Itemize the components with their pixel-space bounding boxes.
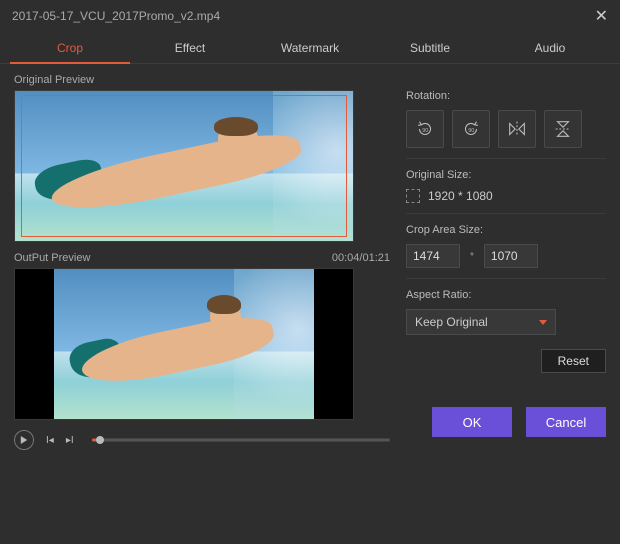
tab-subtitle[interactable]: Subtitle: [370, 32, 490, 63]
tab-watermark[interactable]: Watermark: [250, 32, 370, 63]
transport-controls: I◂ ▸I: [14, 430, 390, 450]
close-icon[interactable]: ✕: [595, 6, 608, 26]
next-frame-button[interactable]: ▸I: [66, 435, 74, 446]
settings-column: Rotation: 90 90 Origi: [406, 74, 606, 536]
ok-button[interactable]: OK: [432, 407, 512, 437]
rotate-cw-90-button[interactable]: 90: [452, 110, 490, 148]
flip-horizontal-button[interactable]: [498, 110, 536, 148]
flip-vertical-icon: [552, 118, 574, 140]
tab-label: Subtitle: [410, 41, 450, 55]
tab-effect[interactable]: Effect: [130, 32, 250, 63]
rotation-label: Rotation:: [406, 90, 606, 102]
timecode: 00:04/01:21: [332, 252, 390, 264]
flip-horizontal-icon: [506, 118, 528, 140]
window-title: 2017-05-17_VCU_2017Promo_v2.mp4: [12, 9, 220, 23]
aspect-ratio-value: Keep Original: [415, 315, 488, 329]
play-icon: [20, 436, 28, 444]
original-size-label: Original Size:: [406, 169, 606, 181]
original-size-section: Original Size: 1920 * 1080: [406, 159, 606, 214]
crop-width-input[interactable]: [406, 244, 460, 268]
flip-vertical-button[interactable]: [544, 110, 582, 148]
chevron-down-icon: [539, 320, 547, 325]
preview-column: Original Preview OutPut Preview 00:04/01…: [14, 74, 390, 536]
reset-button[interactable]: Reset: [541, 349, 606, 373]
rotate-cw-90-icon: 90: [460, 118, 482, 140]
original-size-value: 1920 * 1080: [428, 189, 493, 203]
original-preview-label: Original Preview: [14, 74, 390, 86]
tab-label: Effect: [175, 41, 205, 55]
svg-text:90: 90: [468, 128, 474, 134]
play-button[interactable]: [14, 430, 34, 450]
crop-area-label: Crop Area Size:: [406, 224, 606, 236]
crop-height-input[interactable]: [484, 244, 538, 268]
original-preview-image: [15, 90, 353, 242]
tab-label: Crop: [57, 41, 83, 55]
prev-frame-button[interactable]: I◂: [46, 435, 54, 446]
multiply-icon: *: [470, 251, 474, 262]
svg-text:90: 90: [422, 128, 428, 134]
aspect-ratio-section: Aspect Ratio: Keep Original Reset: [406, 279, 606, 383]
rotate-ccw-90-icon: 90: [414, 118, 436, 140]
cancel-button[interactable]: Cancel: [526, 407, 606, 437]
aspect-ratio-select[interactable]: Keep Original: [406, 309, 556, 335]
tab-bar: Crop Effect Watermark Subtitle Audio: [0, 32, 620, 64]
tab-crop[interactable]: Crop: [10, 32, 130, 63]
fullsize-icon: [406, 189, 420, 203]
original-preview[interactable]: [14, 90, 354, 242]
rotate-ccw-90-button[interactable]: 90: [406, 110, 444, 148]
output-preview-label: OutPut Preview: [14, 252, 90, 264]
timeline-slider[interactable]: [92, 431, 390, 449]
crop-area-section: Crop Area Size: *: [406, 214, 606, 279]
output-preview: [14, 268, 354, 420]
aspect-ratio-label: Aspect Ratio:: [406, 289, 606, 301]
tab-audio[interactable]: Audio: [490, 32, 610, 63]
tab-label: Audio: [535, 41, 566, 55]
titlebar: 2017-05-17_VCU_2017Promo_v2.mp4 ✕: [0, 0, 620, 32]
crop-dialog-window: 2017-05-17_VCU_2017Promo_v2.mp4 ✕ Crop E…: [0, 0, 620, 544]
dialog-footer: OK Cancel: [406, 407, 606, 437]
tab-label: Watermark: [281, 41, 339, 55]
rotation-section: Rotation: 90 90: [406, 80, 606, 159]
dialog-body: Original Preview OutPut Preview 00:04/01…: [0, 64, 620, 544]
output-preview-image: [54, 268, 314, 420]
